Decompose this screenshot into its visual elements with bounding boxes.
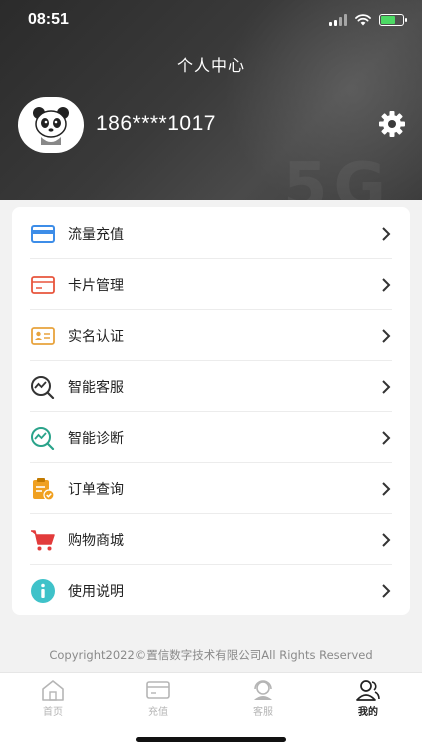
battery-icon bbox=[379, 14, 407, 26]
home-icon bbox=[42, 680, 64, 701]
order-clipboard-icon bbox=[30, 476, 56, 502]
chevron-right-icon bbox=[382, 328, 391, 343]
diagnose-icon bbox=[30, 425, 56, 451]
avatar[interactable] bbox=[18, 97, 84, 153]
menu-label: 购物商城 bbox=[68, 532, 124, 549]
menu-item-card-manage[interactable]: 卡片管理 bbox=[12, 259, 410, 310]
menu-item-smart-service[interactable]: 智能客服 bbox=[12, 361, 410, 412]
service-icon bbox=[254, 680, 272, 700]
profile-header: 5G 08:51 个人中心 186****1017 bbox=[0, 0, 422, 200]
status-icons bbox=[329, 14, 407, 26]
tab-label: 充值 bbox=[148, 707, 168, 718]
menu-item-recharge[interactable]: 流量充值 bbox=[12, 208, 410, 259]
header-watermark: 5G bbox=[282, 150, 392, 200]
card-manage-icon bbox=[30, 272, 56, 298]
user-phone: 186****1017 bbox=[96, 112, 216, 135]
card-recharge-icon bbox=[30, 221, 56, 247]
menu-label: 智能客服 bbox=[68, 379, 124, 396]
tab-service[interactable]: 客服 bbox=[233, 679, 293, 718]
menu-label: 使用说明 bbox=[68, 583, 124, 600]
tab-home[interactable]: 首页 bbox=[23, 679, 83, 718]
chevron-right-icon bbox=[382, 430, 391, 445]
chat-search-icon bbox=[30, 374, 56, 400]
chevron-right-icon bbox=[382, 481, 391, 496]
cart-icon bbox=[30, 527, 56, 553]
menu-label: 实名认证 bbox=[68, 328, 124, 345]
user-icon bbox=[356, 680, 380, 701]
id-card-icon bbox=[30, 323, 56, 349]
tab-mine[interactable]: 我的 bbox=[338, 679, 398, 718]
menu-item-diagnose[interactable]: 智能诊断 bbox=[12, 412, 410, 463]
chevron-right-icon bbox=[382, 532, 391, 547]
menu-item-realname[interactable]: 实名认证 bbox=[12, 310, 410, 361]
settings-gear-icon[interactable] bbox=[377, 109, 407, 139]
menu-item-shop[interactable]: 购物商城 bbox=[12, 514, 410, 565]
menu-label: 订单查询 bbox=[68, 481, 124, 498]
tab-label: 我的 bbox=[358, 707, 378, 718]
signal-icon bbox=[329, 14, 347, 26]
chevron-right-icon bbox=[382, 379, 391, 394]
status-bar: 08:51 bbox=[0, 0, 422, 44]
chevron-right-icon bbox=[382, 583, 391, 598]
menu-label: 智能诊断 bbox=[68, 430, 124, 447]
menu-label: 卡片管理 bbox=[68, 277, 124, 294]
menu-item-instructions[interactable]: 使用说明 bbox=[12, 565, 410, 616]
panda-avatar-icon bbox=[33, 107, 69, 145]
chevron-right-icon bbox=[382, 277, 391, 292]
tab-label: 首页 bbox=[43, 707, 63, 718]
card-icon bbox=[146, 681, 170, 699]
home-indicator bbox=[136, 737, 286, 742]
tab-recharge[interactable]: 充值 bbox=[128, 679, 188, 718]
menu-item-orders[interactable]: 订单查询 bbox=[12, 463, 410, 514]
info-icon bbox=[30, 578, 56, 604]
chevron-right-icon bbox=[382, 226, 391, 241]
menu-card: 流量充值 卡片管理 实名认证 智能客服 智能诊断 订单查询 购物商城 使用说明 bbox=[12, 207, 410, 615]
page-title: 个人中心 bbox=[176, 56, 245, 75]
wifi-icon bbox=[355, 14, 371, 26]
status-time: 08:51 bbox=[28, 11, 69, 28]
menu-label: 流量充值 bbox=[68, 226, 124, 243]
copyright-text: Copyright2022©置信数字技术有限公司All Rights Reser… bbox=[49, 648, 373, 662]
tab-label: 客服 bbox=[253, 707, 273, 718]
